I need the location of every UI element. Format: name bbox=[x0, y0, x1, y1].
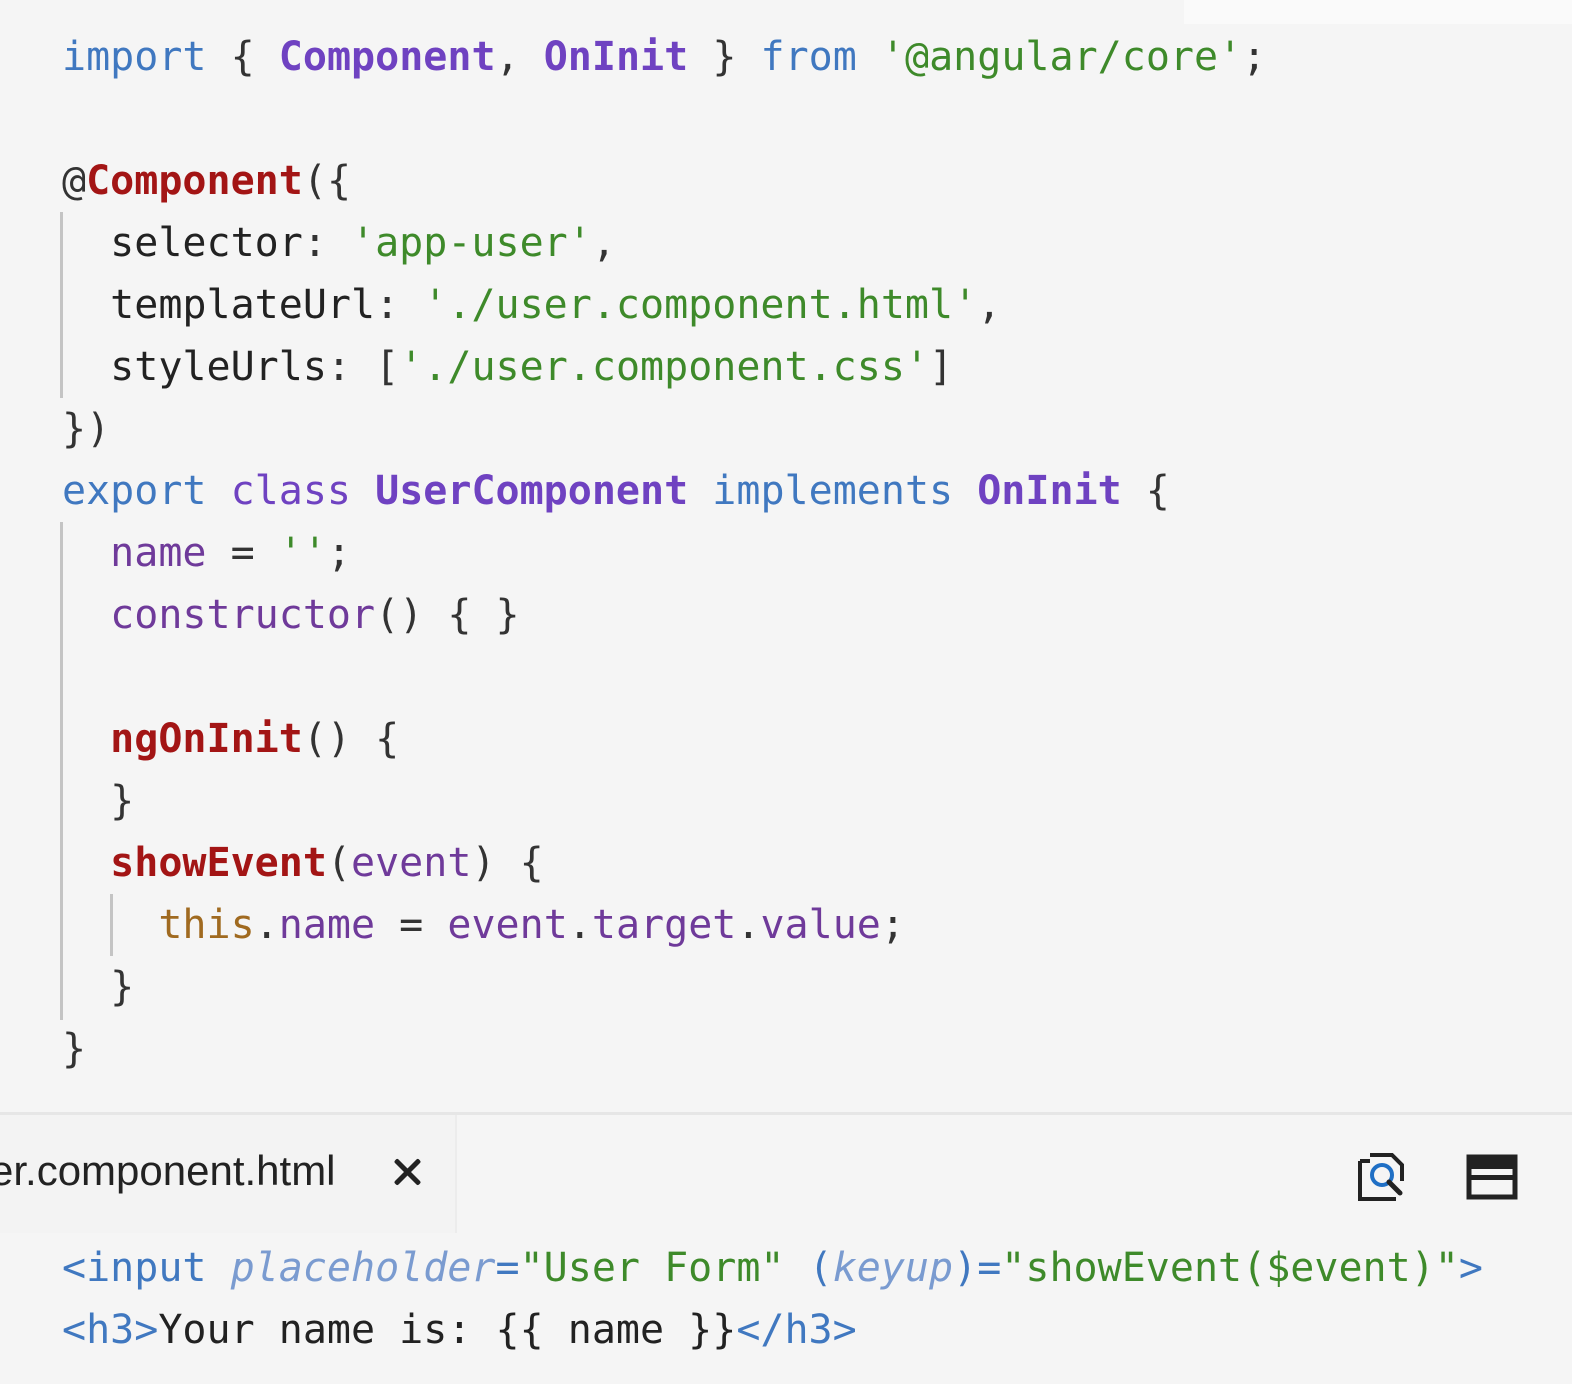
code-line-9: name = ''; bbox=[110, 530, 352, 576]
code-line-7: }) bbox=[62, 406, 111, 452]
html-line-2: <h3>Your name is: {{ name }}</h3> bbox=[62, 1307, 857, 1353]
split-layout-icon[interactable] bbox=[1466, 1151, 1518, 1203]
code-line-6: styleUrls: ['./user.component.css'] bbox=[110, 344, 954, 390]
close-icon[interactable] bbox=[390, 1155, 424, 1189]
code-line-12: ngOnInit() { bbox=[110, 716, 400, 762]
code-editor[interactable]: import { Component, OnInit } from '@angu… bbox=[0, 24, 1572, 1112]
code-line-14: showEvent(event) { bbox=[110, 840, 544, 886]
html-editor[interactable]: <input placeholder="User Form" (keyup)="… bbox=[0, 1233, 1572, 1384]
code-line-4: selector: 'app-user', bbox=[110, 220, 616, 266]
code-line-3: @Component({ bbox=[62, 158, 352, 204]
tab-user-component-html[interactable]: er.component.html bbox=[0, 1115, 457, 1233]
code-line-17: } bbox=[62, 1026, 87, 1072]
tab-label: er.component.html bbox=[0, 1147, 336, 1194]
code-line-5: templateUrl: './user.component.html', bbox=[110, 282, 1002, 328]
html-line-1: <input placeholder="User Form" (keyup)="… bbox=[62, 1245, 1483, 1291]
code-line-13: } bbox=[110, 778, 135, 824]
code-line-1: import { Component, OnInit } from '@angu… bbox=[62, 34, 1267, 80]
ide-window: import { Component, OnInit } from '@angu… bbox=[0, 0, 1572, 1384]
code-line-8: export class UserComponent implements On… bbox=[62, 468, 1170, 514]
code-line-15: this.name = event.target.value; bbox=[158, 902, 905, 948]
search-document-icon[interactable] bbox=[1356, 1151, 1408, 1203]
bottom-panel-tabbar: er.component.html bbox=[0, 1115, 1572, 1233]
top-strip bbox=[1184, 0, 1572, 24]
code-line-10: constructor() { } bbox=[110, 592, 520, 638]
code-line-16: } bbox=[110, 964, 135, 1010]
